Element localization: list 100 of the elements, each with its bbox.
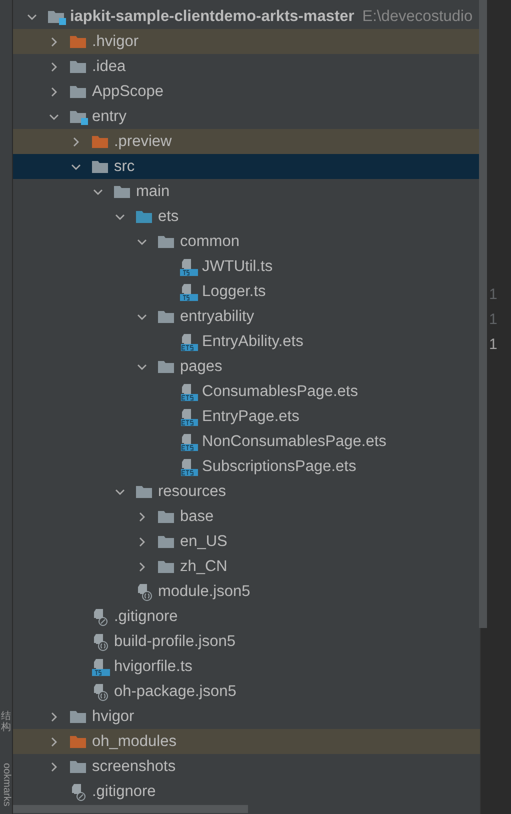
item-name: ConsumablesPage.ets <box>202 382 358 400</box>
folder-icon <box>70 758 88 774</box>
tree-row[interactable]: common <box>13 229 480 254</box>
tree-row[interactable]: src <box>13 154 480 179</box>
item-name: SubscriptionsPage.ets <box>202 458 356 476</box>
item-name: build-profile.json5 <box>114 632 236 650</box>
tree-row[interactable]: ConsumablesPage.ets <box>13 379 480 404</box>
tree-row[interactable]: iapkit-sample-clientdemo-arkts-master E:\devecostudio <box>13 4 480 29</box>
folder-icon <box>158 234 176 250</box>
tree-row[interactable]: base <box>13 504 480 529</box>
tree-row[interactable]: NonConsumablesPage.ets <box>13 429 480 454</box>
project-path: E:\devecostudio <box>362 8 473 26</box>
chevron-right-icon[interactable] <box>49 86 59 96</box>
tool-window-tab[interactable]: 结构 <box>1 710 11 733</box>
tree-row[interactable]: .gitignore <box>13 604 480 629</box>
chevron-right-icon[interactable] <box>137 536 147 546</box>
tree-row[interactable]: EntryPage.ets <box>13 404 480 429</box>
item-name: Logger.ts <box>202 282 266 300</box>
chevron-right-icon[interactable] <box>49 36 59 46</box>
config-file-icon <box>92 632 110 650</box>
tree-row[interactable]: pages <box>13 354 480 379</box>
line-number: 1 <box>488 286 498 303</box>
tree-row[interactable]: entryability <box>13 304 480 329</box>
script-file-icon <box>180 332 198 350</box>
tree-row[interactable]: module.json5 <box>13 579 480 604</box>
item-name: en_US <box>180 532 228 550</box>
item-name: entryability <box>180 308 254 326</box>
tree-row[interactable]: oh-package.json5 <box>13 679 480 704</box>
item-name: common <box>180 232 240 250</box>
folder-icon <box>158 558 176 574</box>
chevron-down-icon[interactable] <box>137 236 147 246</box>
tree-row[interactable]: EntryAbility.ets <box>13 329 480 354</box>
folder-icon <box>70 84 88 100</box>
folder-icon <box>158 508 176 524</box>
item-name: zh_CN <box>180 558 228 576</box>
item-name: oh-package.json5 <box>114 682 236 700</box>
tree-row[interactable]: .preview <box>13 129 480 154</box>
script-file-icon <box>92 658 110 676</box>
vertical-scrollbar[interactable] <box>479 0 487 628</box>
folder-icon <box>70 734 88 750</box>
chevron-right-icon[interactable] <box>137 562 147 572</box>
item-name: .hvigor <box>92 32 139 50</box>
horizontal-scrollbar[interactable] <box>13 805 248 813</box>
folder-icon <box>92 158 110 174</box>
chevron-right-icon[interactable] <box>71 136 81 146</box>
chevron-down-icon[interactable] <box>115 486 125 496</box>
item-name: .gitignore <box>92 782 156 800</box>
chevron-down-icon[interactable] <box>93 186 103 196</box>
tree-row[interactable]: Logger.ts <box>13 279 480 304</box>
chevron-right-icon[interactable] <box>49 62 59 72</box>
item-name: iapkit-sample-clientdemo-arkts-master <box>70 8 354 26</box>
tree-row[interactable]: screenshots <box>13 754 480 779</box>
tool-window-tab[interactable]: ookmarks <box>0 762 12 806</box>
tree-row[interactable]: hvigor <box>13 704 480 729</box>
chevron-down-icon[interactable] <box>71 162 81 172</box>
item-name: screenshots <box>92 758 176 776</box>
chevron-down-icon[interactable] <box>137 362 147 372</box>
chevron-right-icon[interactable] <box>49 736 59 746</box>
tree-row[interactable]: build-profile.json5 <box>13 629 480 654</box>
tree-row[interactable]: .gitignore <box>13 779 480 804</box>
chevron-right-icon[interactable] <box>137 512 147 522</box>
script-file-icon <box>180 258 198 276</box>
tree-row[interactable]: .hvigor <box>13 29 480 54</box>
folder-icon <box>158 358 176 374</box>
item-name: .gitignore <box>114 608 178 626</box>
tree-row[interactable]: oh_modules <box>13 729 480 754</box>
config-file-icon <box>136 582 154 600</box>
chevron-down-icon[interactable] <box>27 12 37 22</box>
item-name: hvigorfile.ts <box>114 658 192 676</box>
folder-icon <box>92 134 110 150</box>
item-name: .idea <box>92 58 126 76</box>
item-name: EntryPage.ets <box>202 408 300 426</box>
tree-row[interactable]: AppScope <box>13 79 480 104</box>
tree-row[interactable]: zh_CN <box>13 554 480 579</box>
folder-icon <box>136 484 154 500</box>
tree-row[interactable]: hvigorfile.ts <box>13 654 480 679</box>
chevron-down-icon[interactable] <box>137 312 147 322</box>
item-name: resources <box>158 482 226 500</box>
item-name: EntryAbility.ets <box>202 332 304 350</box>
folder-icon <box>158 534 176 550</box>
tree-row[interactable]: .idea <box>13 54 480 79</box>
tree-row[interactable]: SubscriptionsPage.ets <box>13 454 480 479</box>
item-name: main <box>136 182 170 200</box>
script-file-icon <box>180 458 198 476</box>
chevron-down-icon[interactable] <box>115 212 125 222</box>
item-name: ets <box>158 208 179 226</box>
chevron-right-icon[interactable] <box>49 762 59 772</box>
folder-icon <box>70 708 88 724</box>
folder-icon <box>114 184 132 200</box>
tree-row[interactable]: en_US <box>13 529 480 554</box>
tree-row[interactable]: ets <box>13 204 480 229</box>
item-name: .preview <box>114 132 172 150</box>
tree-row[interactable]: resources <box>13 479 480 504</box>
tree-row[interactable]: JWTUtil.ts <box>13 254 480 279</box>
tree-row[interactable]: main <box>13 179 480 204</box>
chevron-right-icon[interactable] <box>49 712 59 722</box>
chevron-down-icon[interactable] <box>49 112 59 122</box>
line-number: 1 <box>488 336 498 353</box>
item-name: src <box>114 158 135 176</box>
tree-row[interactable]: entry <box>13 104 480 129</box>
